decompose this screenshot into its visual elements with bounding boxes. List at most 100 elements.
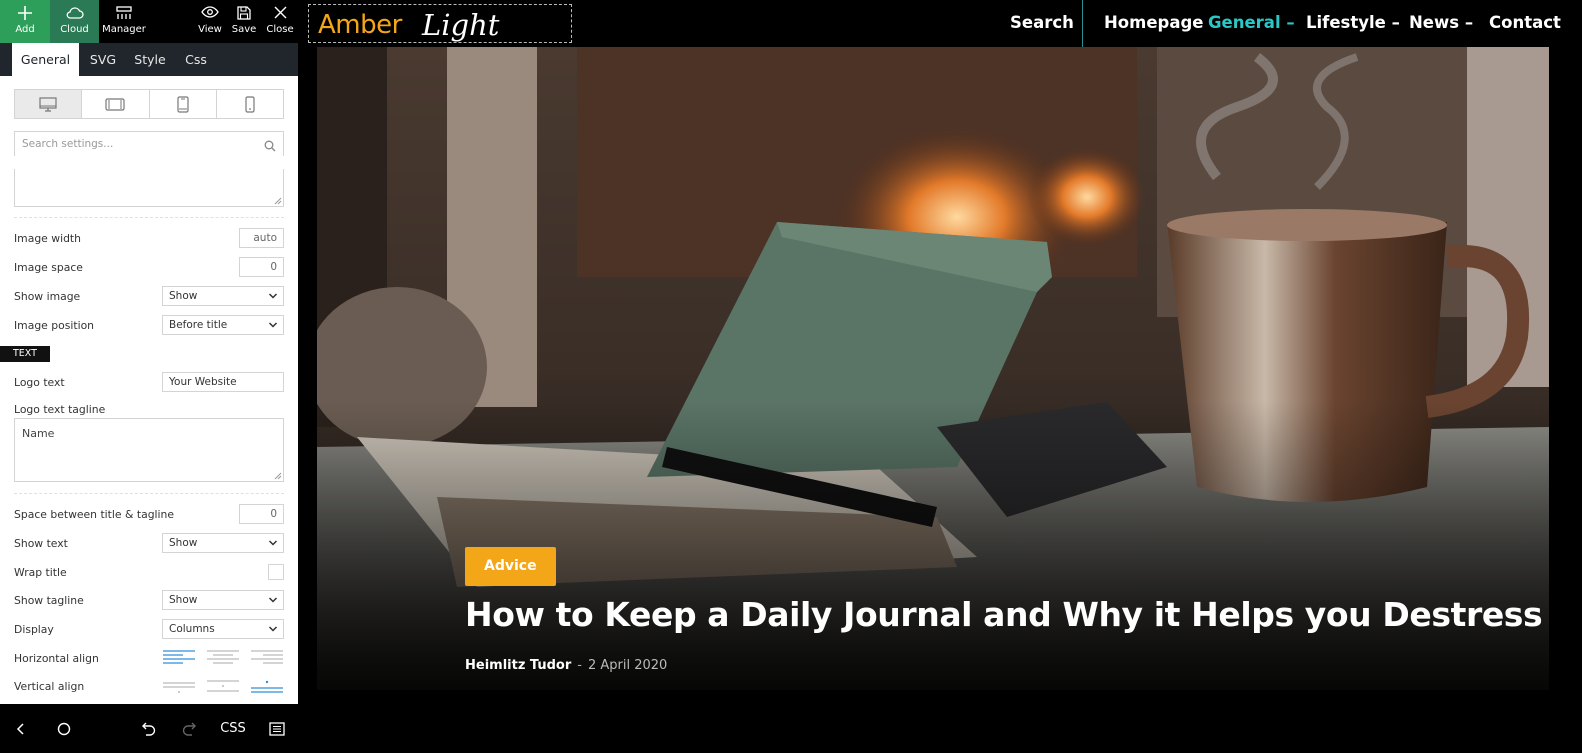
- category-badge[interactable]: Advice: [465, 547, 556, 586]
- manager-button[interactable]: Manager: [99, 0, 149, 43]
- logo-script-text: Light: [422, 8, 500, 42]
- wrap-title-label: Wrap title: [14, 566, 67, 579]
- search-input[interactable]: [15, 132, 283, 156]
- logo-tagline-textarea[interactable]: Name: [14, 418, 284, 482]
- image-width-input[interactable]: auto: [239, 228, 284, 248]
- eye-icon: [195, 0, 225, 22]
- align-top-icon[interactable]: [162, 675, 196, 695]
- view-button[interactable]: View: [195, 0, 225, 43]
- add-button[interactable]: Add: [0, 0, 50, 43]
- space-title-tagline-input[interactable]: 0: [239, 504, 284, 524]
- show-tagline-select[interactable]: Show: [162, 590, 284, 610]
- chevron-down-icon: [268, 597, 278, 603]
- tab-svg[interactable]: SVG: [82, 43, 124, 76]
- tab-css[interactable]: Css: [176, 43, 216, 76]
- view-label: View: [198, 24, 222, 35]
- tablet-device-button[interactable]: [150, 90, 217, 118]
- desktop-device-button[interactable]: [15, 90, 83, 118]
- image-space-input[interactable]: 0: [239, 257, 284, 277]
- hero-image: [317, 47, 1549, 690]
- editor-toolbar: Add Cloud Manager View Save Close: [0, 0, 298, 43]
- textarea-partial[interactable]: [14, 169, 284, 207]
- nav-news[interactable]: News –: [1409, 13, 1473, 32]
- show-image-label: Show image: [14, 290, 81, 303]
- tablet-icon: [177, 95, 189, 113]
- hero-featured-post[interactable]: Advice How to Keep a Daily Journal and W…: [317, 47, 1549, 690]
- align-right-icon[interactable]: [250, 649, 284, 665]
- align-left-icon[interactable]: [162, 649, 196, 665]
- add-label: Add: [15, 24, 35, 35]
- align-middle-icon[interactable]: [206, 675, 240, 695]
- cloud-button[interactable]: Cloud: [50, 0, 99, 43]
- layout-icon: [99, 0, 149, 22]
- show-image-select[interactable]: Show: [162, 286, 284, 306]
- list-icon: [269, 721, 285, 736]
- cloud-icon: [50, 0, 99, 22]
- search-icon: [264, 137, 276, 156]
- section-text-heading: TEXT: [0, 346, 50, 362]
- nav-news-label: News: [1409, 13, 1460, 32]
- image-position-value: Before title: [169, 319, 228, 331]
- css-button[interactable]: CSS: [218, 704, 248, 753]
- show-text-select[interactable]: Show: [162, 533, 284, 553]
- space-title-tagline-label: Space between title & tagline: [14, 508, 175, 521]
- site-logo[interactable]: Amber Light: [308, 4, 572, 43]
- chevron-down-icon: [268, 322, 278, 328]
- settings-list[interactable]: Image width auto Image space 0 Show imag…: [0, 169, 298, 704]
- post-date: 2 April 2020: [587, 658, 668, 673]
- menu-button[interactable]: [266, 704, 288, 753]
- close-button[interactable]: Close: [264, 0, 296, 43]
- horizontal-align-label: Horizontal align: [14, 652, 99, 665]
- cloud-label: Cloud: [60, 24, 89, 35]
- divider: [14, 217, 284, 218]
- wrap-title-checkbox[interactable]: [268, 564, 284, 580]
- plus-icon: [0, 0, 50, 22]
- image-position-select[interactable]: Before title: [162, 315, 284, 335]
- nav-search[interactable]: Search: [1010, 13, 1074, 32]
- settings-search: [14, 131, 284, 156]
- mobile-device-button[interactable]: [217, 90, 283, 118]
- laptop-device-button[interactable]: [82, 90, 150, 118]
- image-space-label: Image space: [14, 261, 83, 274]
- display-label: Display: [14, 623, 54, 636]
- nav-general[interactable]: General –: [1208, 13, 1295, 32]
- home-button[interactable]: [52, 704, 76, 753]
- redo-button[interactable]: [179, 704, 201, 753]
- undo-button[interactable]: [137, 704, 159, 753]
- resize-handle-icon: [274, 197, 282, 205]
- vertical-align-options: [162, 675, 284, 695]
- logo-text-input[interactable]: Your Website: [162, 372, 284, 392]
- close-label: Close: [266, 24, 294, 35]
- mobile-icon: [245, 95, 255, 113]
- save-label: Save: [231, 24, 257, 35]
- post-author[interactable]: Heimlitz Tudor: [465, 658, 571, 673]
- tab-style[interactable]: Style: [128, 43, 172, 76]
- align-center-icon[interactable]: [206, 649, 240, 665]
- show-image-value: Show: [169, 290, 198, 302]
- floppy-icon: [229, 0, 259, 22]
- display-select[interactable]: Columns: [162, 619, 284, 639]
- save-button[interactable]: Save: [229, 0, 259, 43]
- show-text-label: Show text: [14, 537, 68, 550]
- align-bottom-icon[interactable]: [250, 675, 284, 695]
- tab-general[interactable]: General: [12, 43, 79, 76]
- image-position-label: Image position: [14, 319, 95, 332]
- chevron-down-icon: [268, 626, 278, 632]
- nav-contact[interactable]: Contact: [1489, 13, 1561, 32]
- circle-icon: [57, 722, 71, 735]
- vertical-align-label: Vertical align: [14, 680, 85, 693]
- device-switcher: [14, 89, 284, 119]
- show-tagline-value: Show: [169, 594, 198, 606]
- nav-homepage[interactable]: Homepage: [1104, 13, 1203, 32]
- show-tagline-label: Show tagline: [14, 594, 84, 607]
- logo-tagline-label: Logo text tagline: [14, 403, 106, 416]
- site-header: Amber Light Search Homepage General – Li…: [298, 0, 1582, 47]
- close-icon: [264, 0, 296, 22]
- post-title[interactable]: How to Keep a Daily Journal and Why it H…: [465, 595, 1543, 634]
- nav-lifestyle[interactable]: Lifestyle –: [1306, 13, 1400, 32]
- chevron-down-icon: [268, 540, 278, 546]
- nav-divider: [1082, 0, 1083, 47]
- back-button[interactable]: [10, 704, 32, 753]
- logo-tagline-value: Name: [22, 427, 55, 440]
- chevron-left-icon: [16, 722, 24, 735]
